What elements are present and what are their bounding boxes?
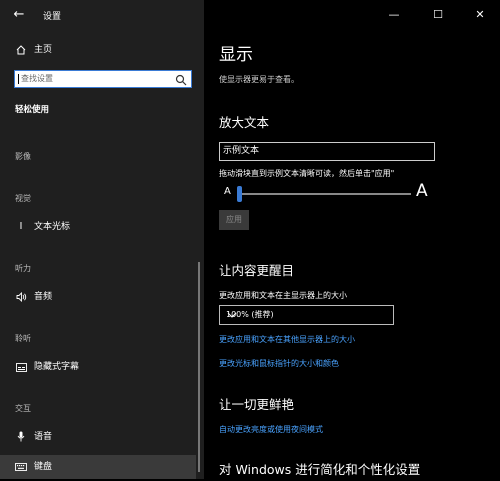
home-nav-item[interactable]: 主页 — [0, 38, 196, 62]
scale-label: 更改应用和文本在主显示器上的大小 — [219, 291, 347, 300]
small-a-label: A — [224, 186, 231, 197]
sidebar-item-label: 隐藏式字幕 — [34, 362, 80, 372]
sidebar-item-keyboard[interactable]: 键盘 — [0, 455, 196, 479]
category-hearing: 听力 — [15, 264, 31, 273]
search-icon[interactable] — [174, 72, 188, 86]
text-cursor-icon: Ι — [19, 221, 23, 232]
sidebar-item-audio[interactable]: 音频 — [0, 285, 196, 309]
chevron-down-icon — [226, 309, 238, 321]
sample-text-box: 示例文本 — [219, 142, 435, 161]
category-vision: 影像 — [15, 152, 31, 161]
sidebar: ← 设置 主页 查找设置 轻松使用 影像 视觉 Ι 文本光标 听力 音频 聆听 … — [0, 0, 204, 479]
sample-text: 示例文本 — [223, 146, 260, 156]
sidebar-item-label: 音频 — [34, 292, 53, 302]
text-size-slider-thumb[interactable] — [237, 186, 242, 202]
cursor-pointer-link[interactable]: 更改光标和鼠标指针的大小和颜色 — [219, 358, 339, 369]
sidebar-item-text-cursor[interactable]: Ι 文本光标 — [0, 215, 196, 239]
category-interaction: 交互 — [15, 404, 31, 413]
sidebar-scrollbar[interactable] — [198, 262, 200, 472]
closed-captions-icon — [14, 355, 28, 379]
big-a-label: A — [416, 181, 428, 201]
simplify-heading: 对 Windows 进行简化和个性化设置 — [219, 462, 421, 477]
speaker-icon — [14, 285, 28, 309]
make-everything-bigger-heading: 让内容更醒目 — [219, 263, 295, 278]
sidebar-item-label: 键盘 — [34, 462, 53, 472]
home-icon — [14, 38, 28, 62]
maximize-button[interactable]: ☐ — [424, 6, 452, 24]
text-caret — [18, 74, 19, 84]
other-displays-link[interactable]: 更改应用和文本在其他显示器上的大小 — [219, 334, 355, 345]
title-bar: ← 设置 — [0, 0, 204, 30]
make-text-bigger-heading: 放大文本 — [219, 115, 270, 130]
category-vision-2: 视觉 — [15, 194, 31, 203]
scale-dropdown[interactable]: 100% (推荐) — [219, 305, 394, 325]
category-interaction-audio: 聆听 — [15, 334, 31, 343]
text-size-slider-track[interactable] — [240, 193, 411, 195]
make-everything-brighter-heading: 让一切更鲜艳 — [219, 397, 295, 412]
microphone-icon — [14, 425, 28, 449]
sidebar-item-speech[interactable]: 语音 — [0, 425, 196, 449]
section-title: 轻松使用 — [15, 105, 50, 115]
search-input[interactable]: 查找设置 — [14, 70, 192, 88]
minimize-button[interactable]: — — [380, 6, 408, 24]
page-subtitle: 使显示器更易于查看。 — [219, 75, 299, 84]
sidebar-item-label: 文本光标 — [34, 222, 71, 232]
search-placeholder: 查找设置 — [21, 74, 53, 83]
sidebar-item-label: 语音 — [34, 432, 53, 442]
back-button[interactable]: ← — [10, 7, 28, 23]
close-button[interactable]: ✕ — [466, 6, 494, 24]
page-title: 显示 — [219, 45, 253, 65]
apply-button[interactable]: 应用 — [219, 210, 249, 230]
app-title: 设置 — [43, 12, 62, 22]
keyboard-icon — [14, 455, 28, 479]
sidebar-item-closed-captions[interactable]: 隐藏式字幕 — [0, 355, 196, 379]
home-label: 主页 — [34, 45, 53, 55]
slider-description: 拖动滑块直到示例文本清晰可读，然后单击"应用" — [219, 169, 395, 178]
brightness-link[interactable]: 自动更改亮度或使用夜间模式 — [219, 424, 323, 435]
